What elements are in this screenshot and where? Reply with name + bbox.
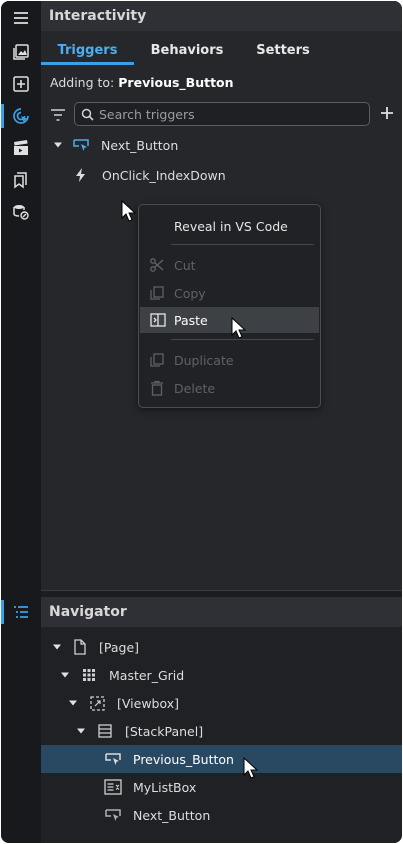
search-triggers-box <box>74 102 370 126</box>
trigger-tree-label: Next_Button <box>101 137 179 153</box>
caret-down-icon[interactable] <box>53 140 63 150</box>
trigger-tree-label: OnClick_IndexDown <box>102 167 226 183</box>
lightning-icon <box>76 168 85 182</box>
caret-down-icon[interactable] <box>52 642 62 652</box>
navigator-tree-label: [Viewbox] <box>117 695 180 711</box>
tab-setters[interactable]: Setters <box>247 35 319 65</box>
pages-button[interactable] <box>1 166 41 194</box>
navigator-tree-label: MyListBox <box>133 779 197 795</box>
caret-down-icon[interactable] <box>68 698 78 708</box>
button-cursor-icon <box>105 753 121 765</box>
pages-icon <box>14 172 27 189</box>
navigator-panel: Navigator [Page] Master_Grid [Viewbox] [… <box>41 597 402 843</box>
search-triggers-input[interactable] <box>99 105 359 123</box>
delete-item[interactable]: Delete <box>139 375 320 401</box>
interactivity-panel-title: Interactivity <box>41 1 402 31</box>
mouse-cursor-icon <box>243 757 259 779</box>
hamburger-icon <box>14 12 28 24</box>
scissors-icon <box>150 258 164 272</box>
menu-separator <box>171 244 314 245</box>
assets-button[interactable] <box>1 38 41 66</box>
list-icon <box>14 606 28 618</box>
copy-icon <box>150 286 164 300</box>
duplicate-item[interactable]: Duplicate <box>139 347 320 373</box>
filter-icon[interactable] <box>50 107 66 123</box>
navigator-tree-item[interactable]: Next_Button <box>41 801 402 829</box>
button-cursor-icon <box>105 809 121 821</box>
hamburger-menu-button[interactable] <box>1 4 41 32</box>
adding-to-prefix: Adding to: <box>50 75 115 90</box>
media-button[interactable] <box>1 134 41 162</box>
mouse-cursor-icon <box>231 317 247 339</box>
data-button[interactable] <box>1 198 41 226</box>
navigator-tree-label: Master_Grid <box>109 667 185 683</box>
navigator-tree-item[interactable]: [StackPanel] <box>41 717 402 745</box>
caret-down-icon[interactable] <box>60 670 70 680</box>
interaction-target-icon <box>13 108 29 124</box>
adding-to-label: Adding to: Previous_Button <box>50 75 234 90</box>
stackpanel-icon <box>98 724 112 738</box>
plus-square-icon <box>13 76 29 92</box>
navigator-tree-label: [Page] <box>99 639 140 655</box>
grid-icon <box>83 669 95 681</box>
navigator-toggle-button[interactable] <box>1 598 41 626</box>
search-icon <box>81 108 94 121</box>
caret-down-icon[interactable] <box>76 726 86 736</box>
add-element-button[interactable] <box>1 70 41 98</box>
button-cursor-icon <box>73 139 89 151</box>
app-window: Interactivity Triggers Behaviors Setters… <box>1 1 402 843</box>
navigator-tree-label: Previous_Button <box>133 751 234 767</box>
clapperboard-icon <box>14 140 28 155</box>
duplicate-label: Duplicate <box>174 352 234 368</box>
add-trigger-button[interactable] <box>378 104 396 122</box>
cut-label: Cut <box>174 257 196 273</box>
listbox-icon <box>104 779 122 795</box>
menu-separator <box>171 339 314 340</box>
mouse-cursor-icon <box>121 200 137 222</box>
navigator-panel-title: Navigator <box>41 597 402 627</box>
navigator-tree-item[interactable]: [Page] <box>41 633 402 661</box>
navigator-tree-item[interactable]: Master_Grid <box>41 661 402 689</box>
trash-icon <box>151 380 163 396</box>
context-menu: Reveal in VS Code Cut Copy Paste Duplica… <box>138 204 321 408</box>
cut-item[interactable]: Cut <box>139 252 320 278</box>
delete-label: Delete <box>174 380 216 396</box>
adding-to-target: Previous_Button <box>118 75 234 90</box>
trigger-tree-item[interactable]: Next_Button <box>41 132 178 158</box>
paste-label: Paste <box>174 312 208 328</box>
viewbox-icon <box>90 695 105 711</box>
reveal-in-vscode-item[interactable]: Reveal in VS Code <box>139 213 320 239</box>
interactivity-button[interactable] <box>1 102 41 130</box>
paste-item[interactable]: Paste <box>140 307 319 333</box>
navigator-tree-item[interactable]: MyListBox <box>41 773 402 801</box>
duplicate-icon <box>150 353 164 367</box>
trigger-tree-item[interactable]: OnClick_IndexDown <box>41 162 226 188</box>
tab-triggers[interactable]: Triggers <box>41 35 134 65</box>
paste-icon <box>150 313 166 327</box>
page-icon <box>74 639 86 655</box>
gallery-icon <box>13 44 29 60</box>
navigator-tree-label: Next_Button <box>133 807 211 823</box>
database-link-icon <box>13 205 29 220</box>
navigator-tree-label: [StackPanel] <box>125 723 204 739</box>
tool-rail <box>1 1 41 843</box>
navigator-tree-item-selected[interactable]: Previous_Button <box>41 745 402 773</box>
reveal-in-vscode-label: Reveal in VS Code <box>174 218 288 234</box>
copy-label: Copy <box>174 285 206 301</box>
navigator-tree-item[interactable]: [Viewbox] <box>41 689 402 717</box>
tab-behaviors[interactable]: Behaviors <box>144 35 230 65</box>
copy-item[interactable]: Copy <box>139 280 320 306</box>
interactivity-tabs: Triggers Behaviors Setters <box>41 35 402 65</box>
